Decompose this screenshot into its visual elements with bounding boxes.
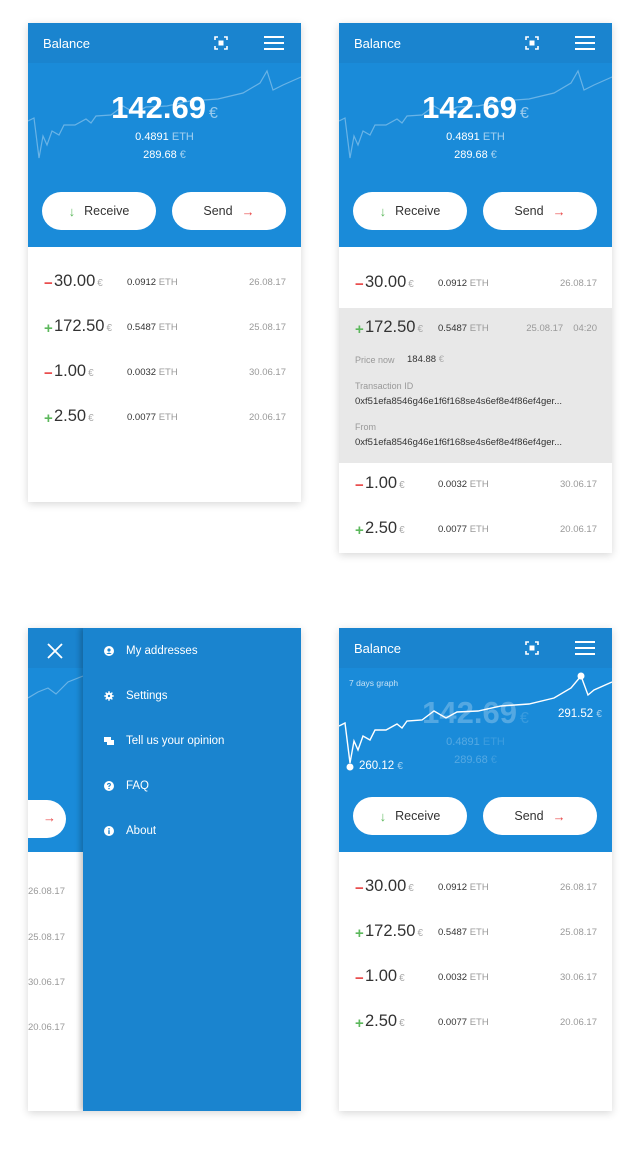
transaction-row[interactable]: − 1.00 € 0.0032 ETH 30.06.17 bbox=[28, 352, 301, 397]
graph-min-value: 260.12 € bbox=[359, 760, 403, 772]
gear-icon bbox=[104, 691, 114, 701]
menu-item-faq[interactable]: FAQ bbox=[104, 780, 149, 792]
scan-icon[interactable] bbox=[525, 641, 539, 655]
app-bar: Balance bbox=[28, 23, 301, 63]
transaction-row-expanded[interactable]: + 172.50 € 0.5487 ETH 25.08.17 04:20 Price… bbox=[339, 308, 612, 463]
send-button[interactable]: → bbox=[28, 800, 66, 838]
transaction-date: 30.06.17 bbox=[28, 977, 65, 988]
arrow-right-icon: → bbox=[552, 808, 566, 824]
app-title: Balance bbox=[354, 641, 401, 656]
transaction-row[interactable]: − 1.00 € 0.0032 ETH 30.06.17 bbox=[339, 957, 612, 1002]
arrow-down-icon: ↓ bbox=[379, 808, 387, 824]
scan-icon[interactable] bbox=[525, 36, 539, 50]
transaction-row[interactable]: − 30.00 € 0.0912 ETH 26.08.17 bbox=[28, 262, 301, 307]
background-screen: → 26.08.17 25.08.17 30.06.17 20.06.17 bbox=[28, 628, 83, 1111]
arrow-right-icon: → bbox=[43, 810, 56, 825]
hamburger-menu-icon[interactable] bbox=[264, 36, 284, 50]
send-button[interactable]: Send → bbox=[172, 192, 286, 230]
graph-max-value: 291.52 € bbox=[558, 708, 602, 720]
from-label: From bbox=[355, 422, 376, 432]
send-button[interactable]: Send → bbox=[483, 797, 597, 835]
balance-fiat: 289.68 € bbox=[454, 149, 497, 161]
balance-eth: 0.4891 ETH bbox=[135, 131, 194, 143]
balance-header: 142.69 € 0.4891 ETH 289.68 € ↓ Receive Sen… bbox=[28, 63, 301, 247]
arrow-down-icon: ↓ bbox=[379, 203, 387, 219]
graph-max-point bbox=[577, 672, 585, 680]
receive-button[interactable]: ↓ Receive bbox=[353, 192, 467, 230]
from-address-value[interactable]: 0xf51efa8546g46e1f6f168se4s6ef8e4f86ef4g… bbox=[355, 437, 562, 448]
balance-header: 142.69 € 0.4891 ETH 289.68 € ↓ Receive Sen… bbox=[339, 63, 612, 247]
app-bar bbox=[28, 628, 83, 668]
menu-item-settings[interactable]: Settings bbox=[104, 690, 168, 702]
transaction-date: 26.08.17 bbox=[28, 886, 65, 897]
menu-item-feedback[interactable]: Tell us your opinion bbox=[104, 735, 224, 747]
transaction-date: 20.06.17 bbox=[28, 1022, 65, 1033]
balance-screen: Balance 142.69 € 0.4891 ETH 289.68 € ↓ Rec… bbox=[28, 23, 301, 502]
send-button[interactable]: Send → bbox=[483, 192, 597, 230]
chat-icon bbox=[104, 737, 114, 745]
transaction-row[interactable]: − 30.00 € 0.0912 ETH 26.08.17 bbox=[339, 867, 612, 912]
transaction-id-value[interactable]: 0xf51efa8546g46e1f6f168se4s6ef8e4f86ef4g… bbox=[355, 396, 562, 407]
arrow-right-icon: → bbox=[552, 203, 566, 219]
balance-graph-background bbox=[28, 675, 83, 699]
transaction-row[interactable]: + 2.50 € 0.0077 ETH 20.06.17 bbox=[28, 397, 301, 442]
menu-screen: → 26.08.17 25.08.17 30.06.17 20.06.17 My… bbox=[28, 628, 301, 1111]
app-title: Balance bbox=[43, 36, 90, 51]
close-icon[interactable] bbox=[45, 641, 65, 661]
app-bar: Balance bbox=[339, 628, 612, 668]
transaction-detail-screen: Balance 142.69 € 0.4891 ETH 289.68 € ↓ Rec… bbox=[339, 23, 612, 553]
transaction-id-label: Transaction ID bbox=[355, 381, 414, 391]
app-title: Balance bbox=[354, 36, 401, 51]
balance-amount: 142.69 € bbox=[111, 90, 218, 125]
balance-amount: 142.69 € bbox=[422, 90, 529, 125]
arrow-right-icon: → bbox=[241, 203, 255, 219]
transaction-row[interactable]: + 2.50 € 0.0077 ETH 20.06.17 bbox=[339, 509, 612, 553]
transaction-row[interactable]: + 172.50 € 0.5487 ETH 25.08.17 bbox=[28, 307, 301, 352]
app-bar: Balance bbox=[339, 23, 612, 63]
transaction-summary: + 172.50 € 0.5487 ETH 25.08.17 04:20 bbox=[355, 318, 597, 338]
arrow-down-icon: ↓ bbox=[68, 203, 76, 219]
receive-button[interactable]: ↓ Receive bbox=[353, 797, 467, 835]
price-now-value: 184.88 € bbox=[407, 354, 444, 365]
receive-button[interactable]: ↓ Receive bbox=[42, 192, 156, 230]
navigation-drawer: My addresses Settings Tell us your opini… bbox=[83, 628, 301, 1111]
balance-fiat: 289.68 € bbox=[143, 149, 186, 161]
transaction-date: 25.08.17 bbox=[28, 932, 65, 943]
transaction-row[interactable]: − 1.00 € 0.0032 ETH 30.06.17 bbox=[339, 464, 612, 509]
graph-screen: Balance 142.69 € 0.4891 ETH 289.68 € 7 da… bbox=[339, 628, 612, 1111]
hamburger-menu-icon[interactable] bbox=[575, 641, 595, 655]
menu-item-my-addresses[interactable]: My addresses bbox=[104, 645, 198, 657]
scan-icon[interactable] bbox=[214, 36, 228, 50]
menu-item-about[interactable]: About bbox=[104, 825, 156, 837]
help-icon bbox=[104, 781, 114, 791]
transaction-row[interactable]: − 30.00 € 0.0912 ETH 26.08.17 bbox=[339, 263, 612, 308]
price-now-label: Price now bbox=[355, 355, 395, 365]
balance-header: 142.69 € 0.4891 ETH 289.68 € 7 days graph… bbox=[339, 668, 612, 852]
balance-eth: 0.4891 ETH bbox=[446, 131, 505, 143]
user-icon bbox=[104, 646, 114, 656]
hamburger-menu-icon[interactable] bbox=[575, 36, 595, 50]
transaction-row[interactable]: + 2.50 € 0.0077 ETH 20.06.17 bbox=[339, 1002, 612, 1047]
transaction-row[interactable]: + 172.50 € 0.5487 ETH 25.08.17 bbox=[339, 912, 612, 957]
info-icon bbox=[104, 826, 114, 836]
graph-min-point bbox=[346, 763, 354, 771]
